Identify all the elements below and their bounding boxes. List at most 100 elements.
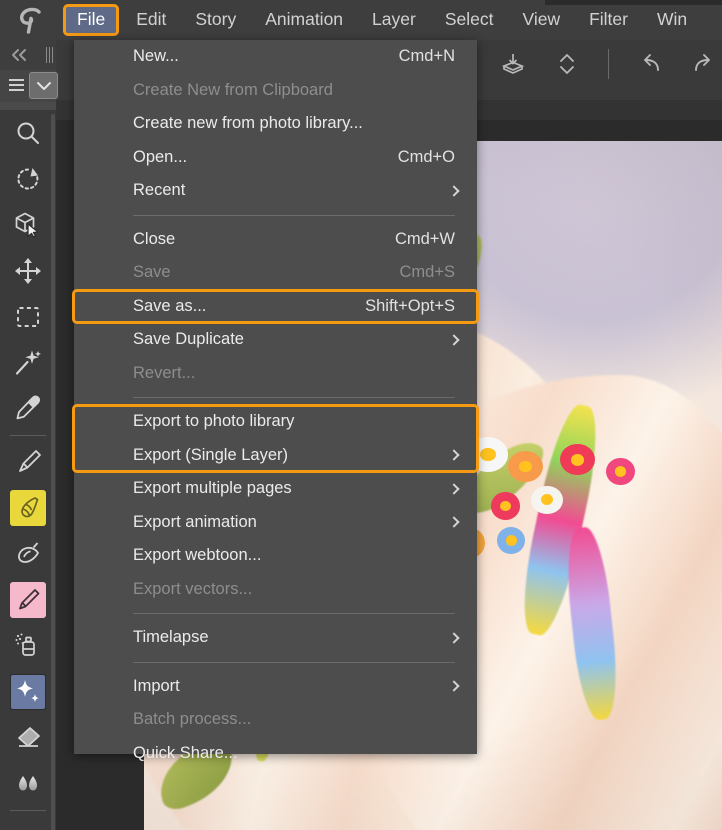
auto-select-tool[interactable] (0, 340, 56, 386)
menu-separator (133, 661, 455, 663)
menu-item-label: New... (133, 47, 179, 66)
fill-tool[interactable] (0, 814, 56, 830)
object-tool[interactable] (0, 202, 56, 248)
menu-item-export-single-layer[interactable]: Export (Single Layer) (74, 439, 477, 473)
menu-item-label: Timelapse (133, 628, 209, 647)
redo-icon[interactable] (687, 47, 721, 81)
chevron-right-icon (448, 483, 460, 495)
menu-item-label: Save as... (133, 296, 207, 315)
menu-item-save-as[interactable]: Save as... Shift+Opt+S (74, 290, 477, 324)
app-window: File Edit Story Animation Layer Select V… (0, 0, 722, 830)
decoration-tool[interactable] (0, 669, 56, 715)
pen-tool[interactable] (0, 439, 56, 485)
chevron-down-icon[interactable] (29, 72, 58, 99)
pencil-icon (15, 587, 41, 613)
eraser-icon (14, 724, 42, 752)
menu-animation[interactable]: Animation (265, 5, 343, 35)
hamburger-menu-icon[interactable] (9, 79, 24, 91)
zoom-tool[interactable] (0, 110, 56, 156)
eraser-tool[interactable] (0, 715, 56, 761)
menu-item-open[interactable]: Open... Cmd+O (74, 141, 477, 175)
file-dropdown-menu[interactable]: New... Cmd+N Create New from Clipboard Crea… (74, 40, 477, 762)
save-to-device-icon[interactable] (496, 47, 530, 81)
chevron-right-icon (448, 185, 460, 197)
menu-item-create-new-from-photo-library[interactable]: Create new from photo library... (74, 107, 477, 141)
menu-item-label: Batch process... (133, 710, 252, 729)
menu-separator (133, 613, 455, 614)
spray-can-icon (14, 632, 42, 660)
menu-item-save-duplicate[interactable]: Save Duplicate (74, 323, 477, 357)
toolbar-divider (608, 49, 609, 79)
magnifier-icon (15, 120, 41, 146)
menu-item-recent[interactable]: Recent (74, 174, 477, 208)
sparkle-icon (14, 678, 42, 706)
menu-separator (133, 214, 455, 216)
menu-item-shortcut: Shift+Opt+S (365, 296, 455, 315)
marquee-icon (15, 304, 41, 330)
menu-view[interactable]: View (522, 5, 560, 35)
tool-separator (10, 435, 46, 436)
brush-tool[interactable] (0, 485, 56, 531)
undo-icon[interactable] (633, 47, 667, 81)
tool-sidebar (0, 40, 58, 830)
menu-item-label: Export webtoon... (133, 546, 262, 565)
menu-separator (133, 397, 455, 398)
menu-item-shortcut: Cmd+O (397, 147, 455, 166)
menu-item-export-animation[interactable]: Export animation (74, 506, 477, 540)
menu-item-close[interactable]: Close Cmd+W (74, 223, 477, 257)
menu-item-batch-process: Batch process... (74, 703, 477, 737)
blend-tool[interactable] (0, 761, 56, 807)
3d-object-icon (14, 211, 42, 239)
menu-item-label: Save Duplicate (133, 330, 244, 349)
menu-bar-items: File Edit Story Animation Layer Select V… (63, 0, 716, 40)
menu-item-label: Revert... (133, 363, 196, 382)
chevron-right-icon (448, 516, 460, 528)
menu-item-timelapse[interactable]: Timelapse (74, 621, 477, 655)
menu-item-label: Export vectors... (133, 579, 253, 598)
paint-brush-icon (15, 495, 41, 521)
menu-edit[interactable]: Edit (136, 5, 166, 35)
selection-tool[interactable] (0, 294, 56, 340)
pen-nib-icon (14, 448, 42, 476)
menu-item-label: Quick Share... (133, 743, 238, 762)
chevron-right-icon (448, 632, 460, 644)
menu-item-export-to-photo-library[interactable]: Export to photo library (74, 405, 477, 439)
tool-list (0, 110, 56, 830)
double-chevron-left-icon[interactable] (9, 46, 29, 64)
eyedropper-icon (14, 395, 42, 423)
menu-item-save: Save Cmd+S (74, 256, 477, 290)
menu-item-quick-share[interactable]: Quick Share... (74, 737, 477, 771)
eyedropper-tool[interactable] (0, 386, 56, 432)
menu-layer[interactable]: Layer (372, 5, 416, 35)
menu-item-new[interactable]: New... Cmd+N (74, 40, 477, 74)
sidebar-scrollbar[interactable] (51, 114, 55, 830)
airbrush-tool[interactable] (0, 531, 56, 577)
spray-tool[interactable] (0, 623, 56, 669)
pencil-tool[interactable] (0, 577, 56, 623)
rotate-icon (15, 166, 41, 192)
updown-chevrons-icon[interactable] (550, 47, 584, 81)
menu-item-label: Import (133, 676, 180, 695)
menu-item-label: Recent (133, 181, 186, 200)
menu-item-label: Export to photo library (133, 412, 295, 431)
menu-item-label: Create New from Clipboard (133, 80, 333, 99)
menu-filter[interactable]: Filter (589, 5, 628, 35)
drag-grip-icon[interactable] (46, 47, 55, 63)
chevron-right-icon (448, 680, 460, 692)
menu-select[interactable]: Select (445, 5, 494, 35)
menu-item-shortcut: Cmd+N (398, 47, 455, 66)
menu-item-label: Create new from photo library... (133, 114, 363, 133)
menu-bar: File Edit Story Animation Layer Select V… (0, 0, 722, 40)
blend-leaf-icon (14, 540, 42, 568)
menu-item-import[interactable]: Import (74, 670, 477, 704)
menu-file[interactable]: File (63, 3, 120, 37)
menu-story[interactable]: Story (195, 5, 236, 35)
rotate-tool[interactable] (0, 156, 56, 202)
menu-item-export-multiple-pages[interactable]: Export multiple pages (74, 472, 477, 506)
menu-item-shortcut: Cmd+S (399, 263, 455, 282)
move-layer-tool[interactable] (0, 248, 56, 294)
move-arrows-icon (14, 257, 42, 285)
menu-item-label: Save (133, 263, 171, 282)
menu-window[interactable]: Win (657, 5, 687, 35)
menu-item-export-webtoon[interactable]: Export webtoon... (74, 539, 477, 573)
